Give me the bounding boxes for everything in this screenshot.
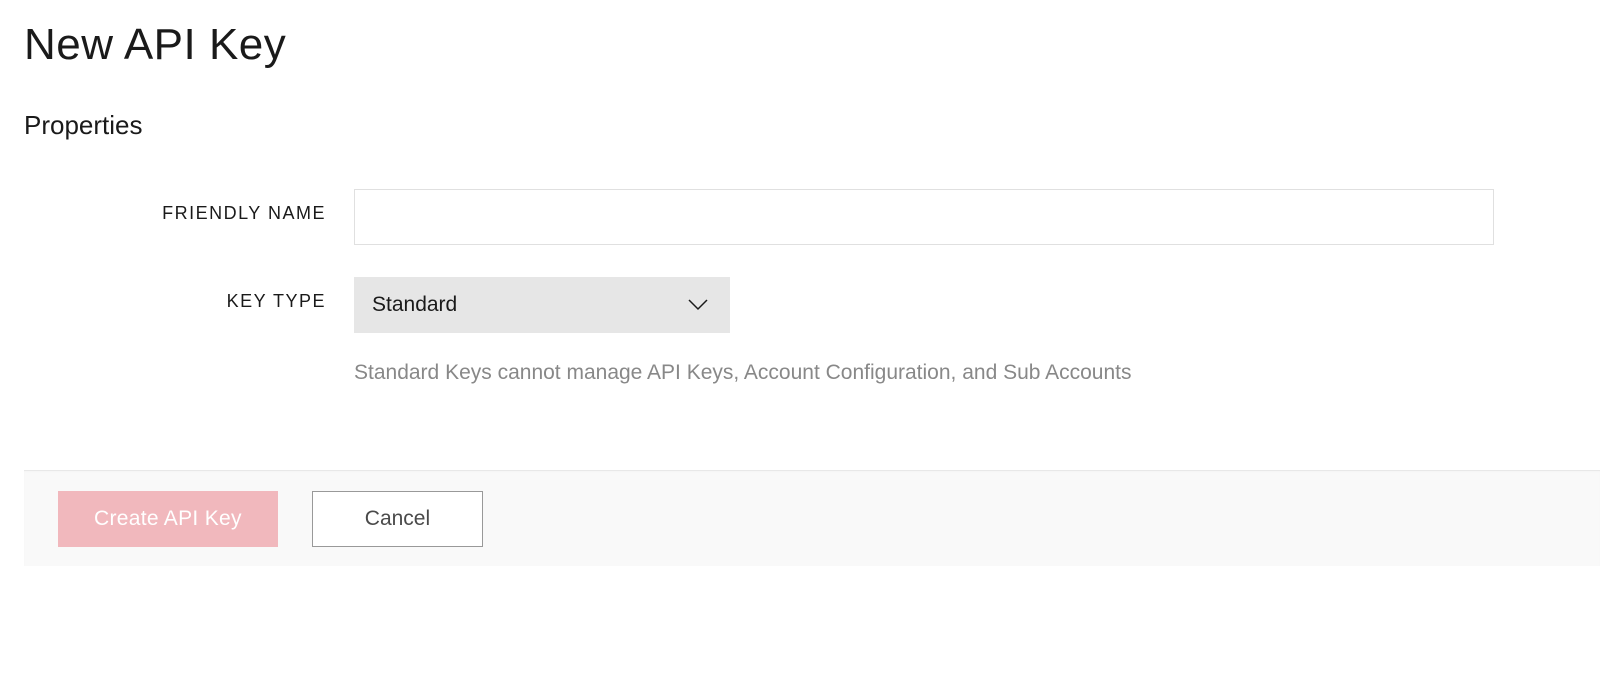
key-type-selected-value: Standard	[354, 277, 730, 333]
key-type-select[interactable]: Standard	[354, 277, 730, 333]
section-title: Properties	[24, 110, 1576, 141]
friendly-name-label: FRIENDLY NAME	[24, 189, 354, 224]
friendly-name-input[interactable]	[354, 189, 1494, 245]
page-title: New API Key	[24, 20, 1576, 70]
friendly-name-row: FRIENDLY NAME	[24, 189, 1576, 245]
key-type-label: KEY TYPE	[24, 277, 354, 312]
create-api-key-button[interactable]: Create API Key	[58, 491, 278, 547]
key-type-help-text: Standard Keys cannot manage API Keys, Ac…	[354, 361, 1494, 385]
key-type-row: KEY TYPE Standard Standard Keys cannot m…	[24, 277, 1576, 385]
footer-actions: Create API Key Cancel	[24, 470, 1600, 566]
cancel-button[interactable]: Cancel	[312, 491, 483, 547]
